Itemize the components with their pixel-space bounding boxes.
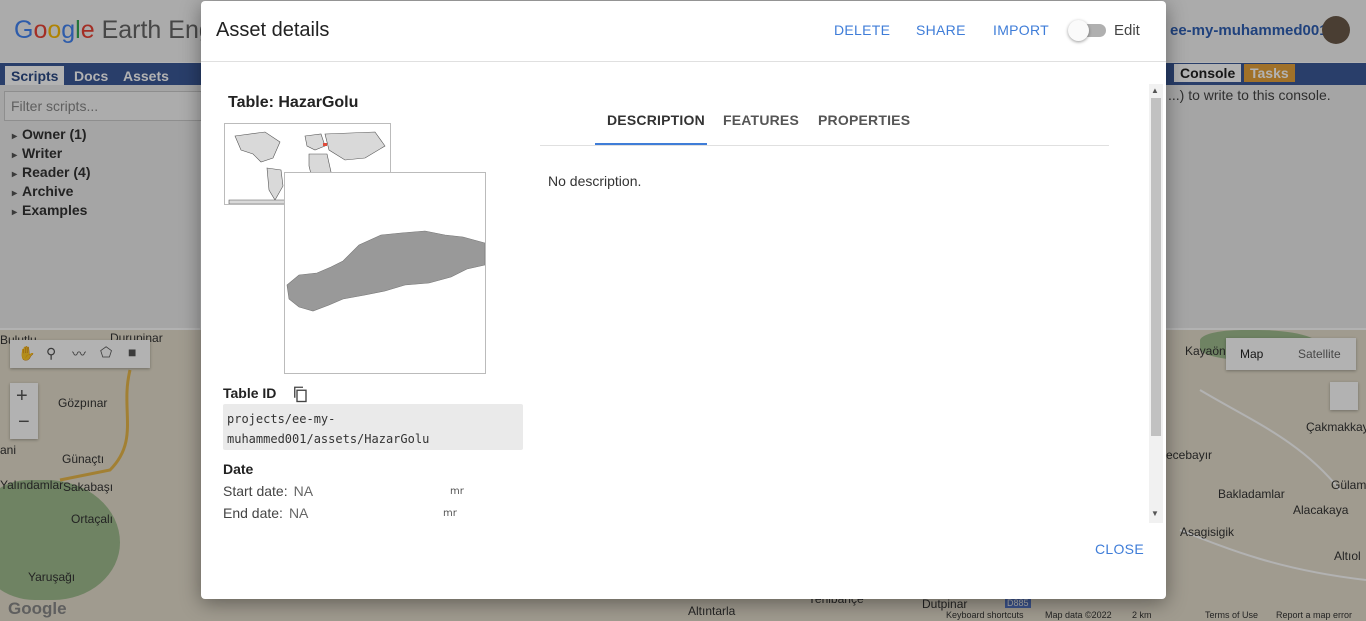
tab-description[interactable]: DESCRIPTION	[607, 112, 705, 128]
utc-icon: mr	[443, 508, 457, 519]
utc-icon: mr	[450, 486, 464, 497]
scrollbar-thumb[interactable]	[1151, 98, 1161, 436]
table-geometry-thumbnail	[284, 172, 486, 374]
active-tab-indicator	[595, 143, 707, 145]
table-id-label: Table ID	[223, 385, 277, 401]
start-date-row: Start date: NA	[223, 483, 313, 499]
table-title: Table: HazarGolu	[228, 94, 359, 111]
description-text: No description.	[548, 173, 642, 189]
scroll-down-icon[interactable]: ▼	[1151, 509, 1159, 518]
date-label: Date	[223, 461, 254, 477]
start-date-value: NA	[293, 483, 314, 499]
import-button[interactable]: IMPORT	[993, 22, 1049, 38]
share-button[interactable]: SHARE	[916, 22, 966, 38]
end-date-value: NA	[288, 505, 309, 521]
tab-divider	[540, 145, 1109, 146]
asset-details-dialog: Asset details DELETE SHARE IMPORT Edit T…	[201, 1, 1166, 599]
dialog-title: Asset details	[216, 19, 330, 41]
toggle-knob	[1068, 20, 1089, 41]
copy-icon[interactable]	[291, 385, 309, 403]
tab-properties[interactable]: PROPERTIES	[818, 112, 910, 128]
close-button[interactable]: CLOSE	[1095, 541, 1144, 557]
edit-label: Edit	[1114, 22, 1140, 39]
delete-button[interactable]: DELETE	[834, 22, 890, 38]
start-date-label: Start date:	[223, 483, 288, 499]
lake-shape	[286, 230, 486, 312]
table-id-value[interactable]: projects/ee-my-muhammed001/assets/HazarG…	[223, 404, 523, 450]
header-divider	[201, 61, 1166, 62]
edit-toggle[interactable]	[1068, 20, 1106, 41]
end-date-row: End date: NA	[223, 505, 308, 521]
scroll-up-icon[interactable]: ▲	[1151, 86, 1159, 95]
tab-features[interactable]: FEATURES	[723, 112, 799, 128]
end-date-label: End date:	[223, 505, 283, 521]
location-marker	[323, 143, 327, 146]
